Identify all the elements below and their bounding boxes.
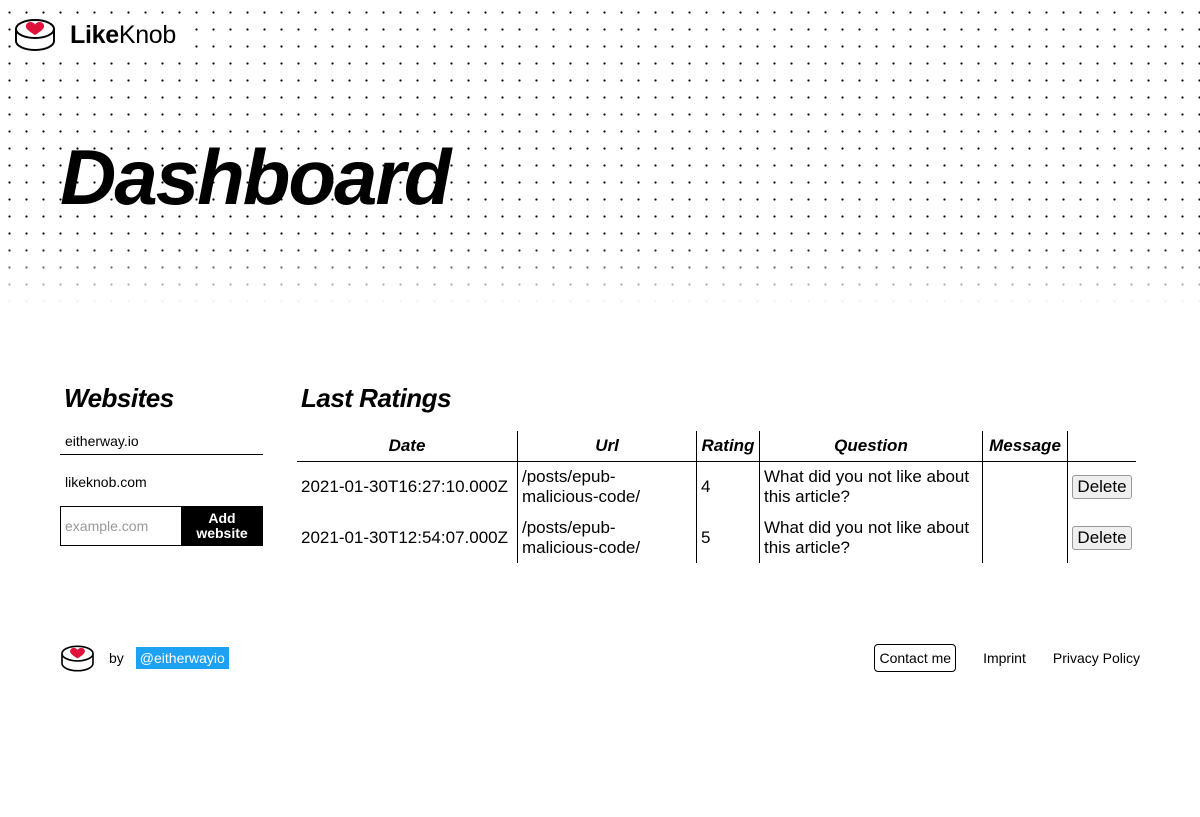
- website-item-eitherway[interactable]: eitherway.io: [60, 428, 263, 455]
- column-header-question: Question: [759, 431, 983, 462]
- last-ratings-heading-text: Last Ratings: [297, 383, 455, 416]
- ratings-table: Date Url Rating Question Message 2021-01…: [297, 431, 1136, 563]
- page-title: Dashboard: [60, 133, 451, 221]
- heart-button-icon: [15, 19, 55, 51]
- table-row: 2021-01-30T12:54:07.000Z /posts/epub-mal…: [297, 512, 1136, 563]
- rating-value: 4: [696, 461, 760, 513]
- footer-credits: by @eitherwayio: [60, 643, 229, 673]
- rating-message: [982, 461, 1068, 513]
- website-list: eitherway.io likeknob.com: [60, 428, 263, 495]
- rating-url: /posts/epub-malicious-code/: [517, 461, 697, 513]
- rating-url: /posts/epub-malicious-code/: [517, 512, 697, 563]
- twitter-handle-link[interactable]: @eitherwayio: [135, 647, 229, 669]
- rating-question: What did you not like about this article…: [759, 461, 983, 513]
- imprint-link[interactable]: Imprint: [983, 650, 1026, 666]
- rating-date: 2021-01-30T16:27:10.000Z: [297, 461, 518, 513]
- footer-by-label: by: [109, 650, 124, 666]
- privacy-policy-link[interactable]: Privacy Policy: [1053, 650, 1140, 666]
- brand-name-regular: Knob: [118, 20, 177, 49]
- rating-actions: Delete: [1067, 461, 1136, 513]
- delete-rating-button[interactable]: Delete: [1072, 475, 1132, 499]
- contact-me-button[interactable]: Contact me: [874, 644, 957, 672]
- brand-name: LikeKnob: [70, 21, 176, 50]
- heart-button-icon: [61, 644, 94, 672]
- last-ratings-heading: Last Ratings: [297, 383, 455, 416]
- table-row: 2021-01-30T16:27:10.000Z /posts/epub-mal…: [297, 461, 1136, 513]
- brand-logo-link[interactable]: LikeKnob: [14, 16, 183, 54]
- column-header-actions: [1067, 431, 1136, 462]
- websites-heading: Websites: [60, 383, 177, 416]
- column-header-message: Message: [982, 431, 1068, 462]
- rating-actions: Delete: [1067, 512, 1136, 563]
- rating-value: 5: [696, 512, 760, 563]
- column-header-rating: Rating: [696, 431, 760, 462]
- rating-question: What did you not like about this article…: [759, 512, 983, 563]
- websites-heading-text: Websites: [60, 383, 177, 416]
- brand-name-bold: Like: [70, 20, 119, 49]
- footer-nav: Contact me Imprint Privacy Policy: [874, 644, 1140, 672]
- website-input[interactable]: [60, 506, 181, 546]
- column-header-url: Url: [517, 431, 697, 462]
- rating-date: 2021-01-30T12:54:07.000Z: [297, 512, 518, 563]
- ratings-header-row: Date Url Rating Question Message: [297, 431, 1136, 462]
- rating-message: [982, 512, 1068, 563]
- column-header-date: Date: [297, 431, 518, 462]
- delete-rating-button[interactable]: Delete: [1072, 526, 1132, 550]
- website-item-likeknob[interactable]: likeknob.com: [60, 469, 263, 495]
- add-website-button[interactable]: Add website: [181, 506, 263, 546]
- add-website-form: Add website: [60, 506, 263, 546]
